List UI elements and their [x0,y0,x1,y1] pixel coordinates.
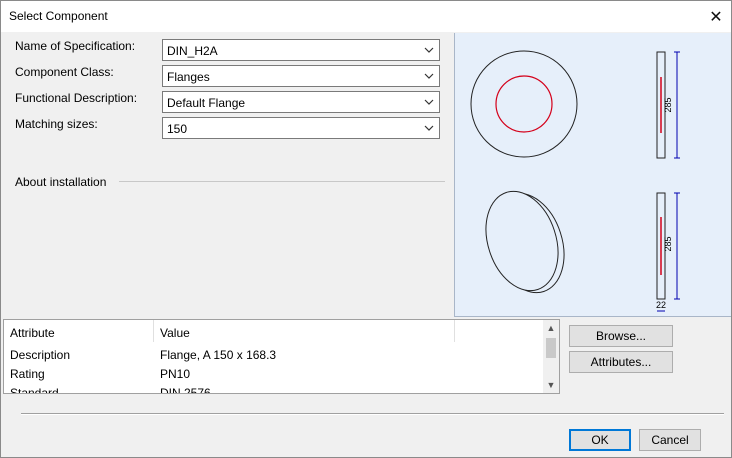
row-attribute: Standard [10,386,59,394]
row-value: DIN 2576 [160,386,211,394]
row-attribute: Rating [10,367,45,381]
scroll-down-icon[interactable]: ▼ [543,378,559,392]
chevron-down-icon[interactable] [421,40,437,60]
browse-button[interactable]: Browse... [569,325,673,347]
spec-label: Name of Specification: [15,39,136,53]
close-icon[interactable]: ✕ [701,1,731,32]
chevron-down-icon[interactable] [421,66,437,86]
row-value: PN10 [160,367,191,381]
class-label: Component Class: [15,65,114,79]
dim-bottom-label: 285 [663,236,673,251]
spec-value: DIN_H2A [167,44,218,58]
column-divider [153,320,154,342]
scroll-up-icon[interactable]: ▲ [543,321,559,335]
component-preview: 285 285 22 [454,33,731,317]
title-bar: Select Component ✕ [1,1,731,32]
class-value: Flanges [167,70,210,84]
vertical-scrollbar[interactable]: ▲ ▼ [543,320,559,393]
chevron-down-icon[interactable] [421,92,437,112]
cancel-button[interactable]: Cancel [639,429,701,451]
section-divider [119,181,445,182]
value-header[interactable]: Value [160,326,190,340]
attributes-button[interactable]: Attributes... [569,351,673,373]
size-combobox[interactable]: 150 [162,117,440,139]
chevron-down-icon[interactable] [421,118,437,138]
size-value: 150 [167,122,188,136]
class-combobox[interactable]: Flanges [162,65,440,87]
attribute-table[interactable]: Attribute Value Description Flange, A 15… [3,319,560,394]
func-value: Default Flange [167,96,246,110]
func-combobox[interactable]: Default Flange [162,91,440,113]
flange-front-bore [495,75,553,133]
attribute-header[interactable]: Attribute [10,326,55,340]
size-label: Matching sizes: [15,117,98,131]
spec-combobox[interactable]: DIN_H2A [162,39,440,61]
dim-thickness-label: 22 [656,300,666,310]
about-installation-label: About installation [15,175,107,189]
dim-top-label: 285 [663,97,673,112]
row-value: Flange, A 150 x 168.3 [160,348,277,362]
scrollbar-thumb[interactable] [546,338,556,358]
func-label: Functional Description: [15,91,138,105]
dialog-title: Select Component [9,9,108,23]
ok-button[interactable]: OK [569,429,631,451]
flange-drawing: 285 285 22 [470,50,680,312]
row-attribute: Description [10,348,71,362]
select-component-dialog: Select Component ✕ Name of Specification… [0,0,732,458]
footer-divider [21,413,724,415]
flange-front-outer [470,50,578,158]
column-divider [454,320,455,342]
